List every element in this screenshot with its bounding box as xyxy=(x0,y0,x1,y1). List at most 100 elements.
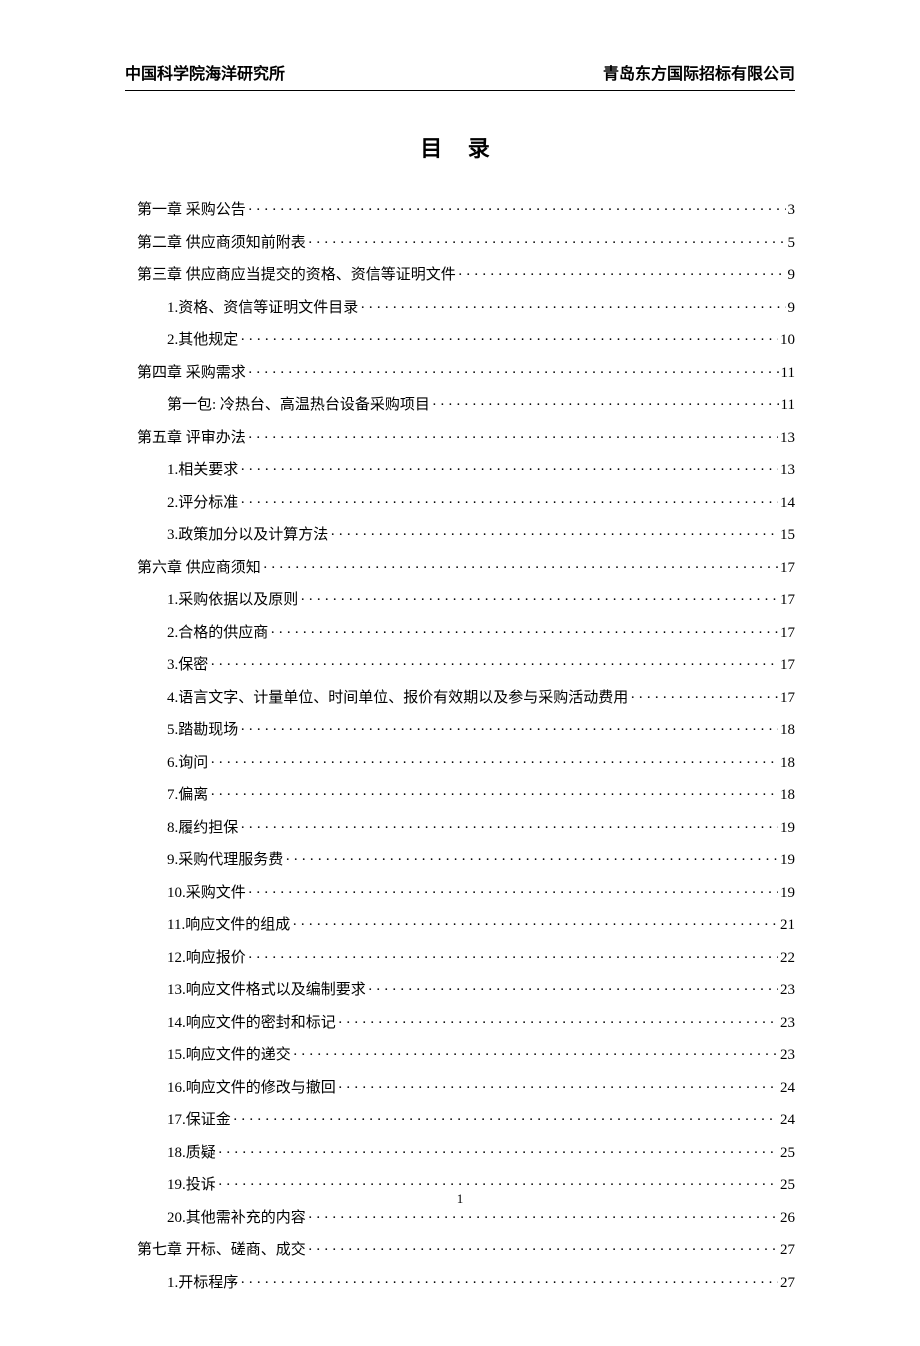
toc-entry: 6.询问18 xyxy=(125,754,795,772)
toc-entry-label: 8.履约担保 xyxy=(125,819,238,837)
toc-entry-label: 1.资格、资信等证明文件目录 xyxy=(125,299,358,317)
toc-entry-page: 24 xyxy=(780,1111,795,1129)
toc-entry: 第三章 供应商应当提交的资格、资信等证明文件 9 xyxy=(125,266,795,284)
toc-entry-label: 2.合格的供应商 xyxy=(125,624,268,642)
toc-entry: 15.响应文件的递交23 xyxy=(125,1046,795,1064)
document-page: 中国科学院海洋研究所 青岛东方国际招标有限公司 目 录 第一章 采购公告 3 第二章… xyxy=(0,0,920,1346)
toc-entry-label: 第二章 供应商须知前附表 xyxy=(125,234,306,252)
toc-leader-dots xyxy=(248,884,778,902)
toc-entry-label: 3.保密 xyxy=(125,656,208,674)
toc-entry-page: 27 xyxy=(780,1241,795,1259)
toc-leader-dots xyxy=(338,1079,778,1097)
toc-leader-dots xyxy=(308,1209,778,1227)
toc-entry-page: 18 xyxy=(780,786,795,804)
toc-entry-label: 5.踏勘现场 xyxy=(125,721,238,739)
toc-leader-dots xyxy=(210,754,778,772)
toc-entry: 14.响应文件的密封和标记23 xyxy=(125,1014,795,1032)
toc-entry-page: 17 xyxy=(780,591,795,609)
toc-entry-label: 13.响应文件格式以及编制要求 xyxy=(125,981,366,999)
toc-entry-page: 25 xyxy=(780,1144,795,1162)
toc-entry-page: 21 xyxy=(780,916,795,934)
toc-entry-page: 19 xyxy=(780,819,795,837)
toc-leader-dots xyxy=(630,689,778,707)
toc-entry-label: 14.响应文件的密封和标记 xyxy=(125,1014,336,1032)
toc-entry: 2.评分标准 14 xyxy=(125,494,795,512)
toc-leader-dots xyxy=(240,819,778,837)
toc-entry: 10.采购文件19 xyxy=(125,884,795,902)
toc-entry-label: 2.评分标准 xyxy=(125,494,238,512)
toc-leader-dots xyxy=(330,526,778,544)
toc-entry-page: 17 xyxy=(780,624,795,642)
toc-leader-dots xyxy=(270,624,778,642)
toc-leader-dots xyxy=(210,786,778,804)
toc-entry-label: 3.政策加分以及计算方法 xyxy=(125,526,328,544)
toc-entry: 第一包: 冷热台、高温热台设备采购项目 11 xyxy=(125,396,795,414)
toc-entry: 第五章 评审办法13 xyxy=(125,429,795,447)
toc-leader-dots xyxy=(240,331,778,349)
toc-entry: 第一章 采购公告 3 xyxy=(125,201,795,219)
toc-leader-dots xyxy=(210,656,778,674)
toc-entry-page: 19 xyxy=(780,851,795,869)
toc-leader-dots xyxy=(240,461,778,479)
toc-entry-page: 26 xyxy=(780,1209,795,1227)
toc-entry-label: 第七章 开标、磋商、成交 xyxy=(125,1241,306,1259)
toc-entry-label: 第三章 供应商应当提交的资格、资信等证明文件 xyxy=(125,266,456,284)
toc-entry: 1.相关要求13 xyxy=(125,461,795,479)
toc-entry: 13.响应文件格式以及编制要求23 xyxy=(125,981,795,999)
toc-leader-dots xyxy=(240,494,778,512)
toc-entry-label: 6.询问 xyxy=(125,754,208,772)
toc-entry-page: 17 xyxy=(780,656,795,674)
toc-leader-dots xyxy=(263,559,778,577)
toc-entry: 第六章 供应商须知17 xyxy=(125,559,795,577)
toc-entry-page: 14 xyxy=(780,494,795,512)
toc-entry-page: 9 xyxy=(788,299,796,317)
toc-entry-page: 22 xyxy=(780,949,795,967)
toc-leader-dots xyxy=(300,591,778,609)
toc-leader-dots xyxy=(248,201,786,219)
toc-entry-label: 20.其他需补充的内容 xyxy=(125,1209,306,1227)
toc-entry-label: 2.其他规定 xyxy=(125,331,238,349)
page-header: 中国科学院海洋研究所 青岛东方国际招标有限公司 xyxy=(125,60,795,91)
toc-leader-dots xyxy=(248,949,778,967)
toc-entry-page: 15 xyxy=(780,526,795,544)
toc-leader-dots xyxy=(240,1274,778,1292)
toc-entry-label: 4.语言文字、计量单位、时间单位、报价有效期以及参与采购活动费用 xyxy=(125,689,628,707)
toc-entry: 17.保证金24 xyxy=(125,1111,795,1129)
toc-leader-dots xyxy=(308,234,786,252)
toc-entry: 20.其他需补充的内容 26 xyxy=(125,1209,795,1227)
toc-entry: 8.履约担保 19 xyxy=(125,819,795,837)
toc-leader-dots xyxy=(233,1111,778,1129)
table-of-contents: 第一章 采购公告 3 第二章 供应商须知前附表 5 第三章 供应商应当提交的资格、资信等… xyxy=(125,201,795,1292)
toc-entry: 第四章 采购需求11 xyxy=(125,364,795,382)
toc-entry-page: 9 xyxy=(788,266,796,284)
toc-entry-label: 12.响应报价 xyxy=(125,949,246,967)
toc-entry-page: 23 xyxy=(780,1046,795,1064)
toc-entry: 第七章 开标、磋商、成交 27 xyxy=(125,1241,795,1259)
toc-entry-page: 19 xyxy=(780,884,795,902)
toc-entry-label: 第一章 采购公告 xyxy=(125,201,246,219)
toc-entry: 9.采购代理服务费19 xyxy=(125,851,795,869)
toc-entry-label: 1.采购依据以及原则 xyxy=(125,591,298,609)
toc-entry-page: 13 xyxy=(780,429,795,447)
toc-leader-dots xyxy=(432,396,779,414)
toc-entry-page: 5 xyxy=(788,234,796,252)
toc-leader-dots xyxy=(248,364,779,382)
toc-entry-label: 16.响应文件的修改与撤回 xyxy=(125,1079,336,1097)
toc-entry-label: 1.开标程序 xyxy=(125,1274,238,1292)
toc-entry-page: 17 xyxy=(780,689,795,707)
toc-entry-label: 第四章 采购需求 xyxy=(125,364,246,382)
toc-entry-page: 3 xyxy=(788,201,796,219)
toc-leader-dots xyxy=(360,299,785,317)
toc-entry-page: 11 xyxy=(781,396,795,414)
toc-entry-label: 第一包: 冷热台、高温热台设备采购项目 xyxy=(125,396,430,414)
toc-entry: 4.语言文字、计量单位、时间单位、报价有效期以及参与采购活动费用 17 xyxy=(125,689,795,707)
toc-entry-page: 27 xyxy=(780,1274,795,1292)
toc-title: 目 录 xyxy=(125,131,795,163)
toc-entry: 12.响应报价 22 xyxy=(125,949,795,967)
toc-entry-label: 第六章 供应商须知 xyxy=(125,559,261,577)
page-number: 1 xyxy=(0,1191,920,1207)
toc-entry: 1.资格、资信等证明文件目录 9 xyxy=(125,299,795,317)
toc-entry: 2.其他规定10 xyxy=(125,331,795,349)
toc-entry: 3.保密 17 xyxy=(125,656,795,674)
toc-leader-dots xyxy=(285,851,778,869)
